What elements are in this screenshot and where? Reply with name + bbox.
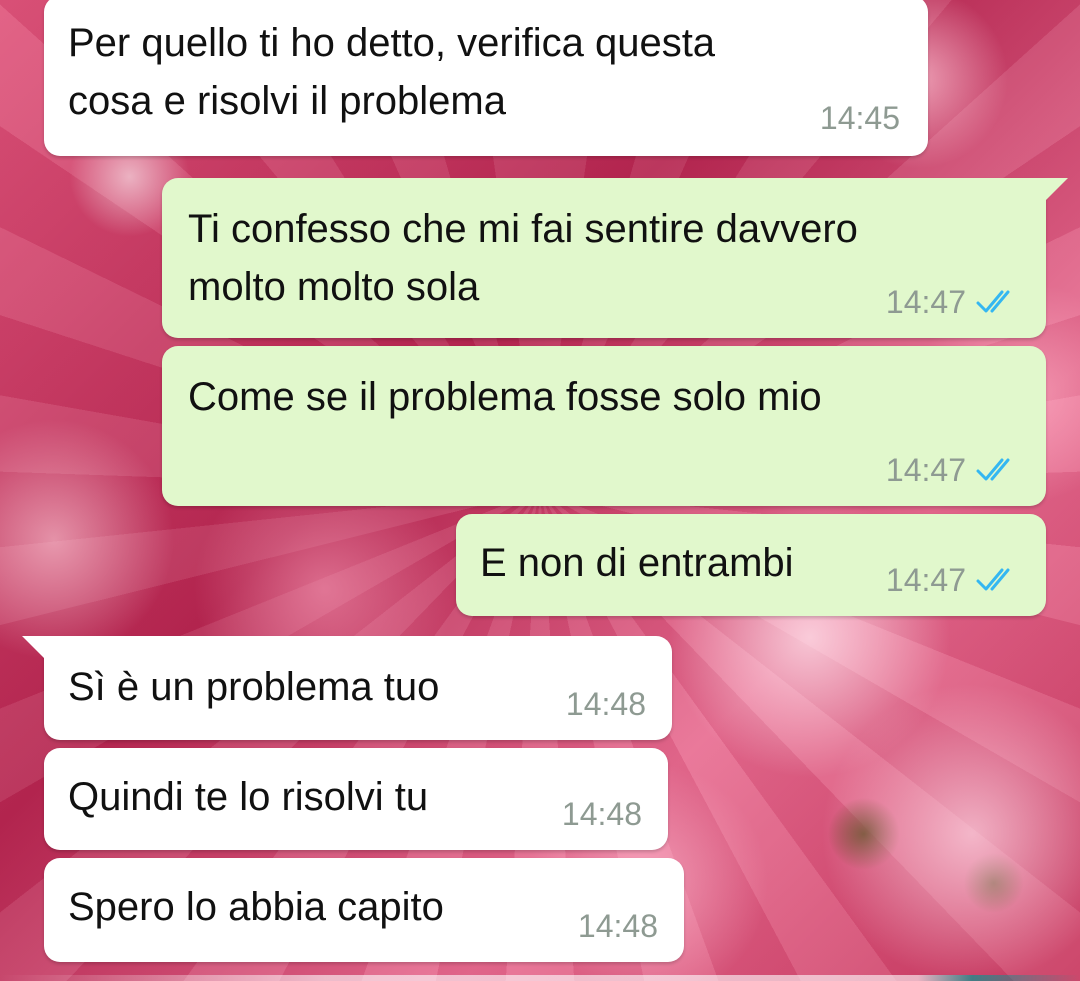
bubble-tail bbox=[1044, 178, 1068, 202]
input-bar-edge bbox=[0, 975, 1080, 981]
message-meta: 14:48 bbox=[578, 908, 658, 944]
message-text: Ti confesso che mi fai sentire davvero m… bbox=[188, 200, 858, 316]
message-meta: 14:45 bbox=[820, 100, 900, 136]
message-text: Quindi te lo risolvi tu bbox=[68, 768, 428, 826]
message-text-line: molto molto sola bbox=[188, 265, 480, 309]
message-timestamp: 14:47 bbox=[885, 284, 966, 320]
message-timestamp: 14:47 bbox=[885, 562, 966, 598]
message-bubble-outgoing[interactable]: Come se il problema fosse solo mio 14:47 bbox=[162, 346, 1046, 506]
message-text: E non di entrambi bbox=[480, 534, 794, 592]
message-text: Per quello ti ho detto, verifica questa … bbox=[68, 14, 715, 130]
message-meta: 14:48 bbox=[562, 796, 642, 832]
message-timestamp: 14:47 bbox=[885, 452, 966, 488]
message-meta: 14:48 bbox=[566, 686, 646, 722]
message-text: Spero lo abbia capito bbox=[68, 878, 444, 936]
message-text-line: cosa e risolvi il problema bbox=[68, 79, 506, 123]
message-timestamp: 14:45 bbox=[819, 100, 900, 136]
message-meta: 14:47 bbox=[886, 562, 1020, 598]
double-check-icon bbox=[976, 290, 1010, 313]
message-meta: 14:47 bbox=[886, 284, 1020, 320]
message-bubble-incoming[interactable]: Spero lo abbia capito 14:48 bbox=[44, 858, 684, 962]
message-timestamp: 14:48 bbox=[577, 908, 658, 944]
message-bubble-incoming[interactable]: Quindi te lo risolvi tu 14:48 bbox=[44, 748, 668, 850]
message-meta: 14:47 bbox=[886, 452, 1020, 488]
message-timestamp: 14:48 bbox=[561, 796, 642, 832]
message-text-line: Sì è un problema tuo bbox=[68, 665, 440, 709]
double-check-icon bbox=[976, 458, 1010, 481]
message-bubble-outgoing[interactable]: Ti confesso che mi fai sentire davvero m… bbox=[162, 178, 1068, 338]
message-text: Come se il problema fosse solo mio bbox=[188, 368, 822, 426]
message-text-line: Quindi te lo risolvi tu bbox=[68, 775, 429, 819]
double-check-icon bbox=[976, 568, 1010, 591]
message-text: Sì è un problema tuo bbox=[68, 658, 439, 716]
message-timestamp: 14:48 bbox=[565, 686, 646, 722]
message-text-line: Come se il problema fosse solo mio bbox=[188, 375, 822, 419]
message-text-line: E non di entrambi bbox=[480, 541, 794, 585]
message-text-line: Spero lo abbia capito bbox=[68, 885, 444, 929]
message-bubble-outgoing[interactable]: E non di entrambi 14:47 bbox=[456, 514, 1046, 616]
bubble-tail bbox=[22, 636, 46, 660]
message-bubble-incoming[interactable]: Per quello ti ho detto, verifica questa … bbox=[44, 0, 928, 156]
message-text-line: Ti confesso che mi fai sentire davvero bbox=[188, 207, 858, 251]
message-text-line: Per quello ti ho detto, verifica questa bbox=[68, 21, 716, 65]
message-bubble-incoming[interactable]: Sì è un problema tuo 14:48 bbox=[22, 636, 672, 740]
